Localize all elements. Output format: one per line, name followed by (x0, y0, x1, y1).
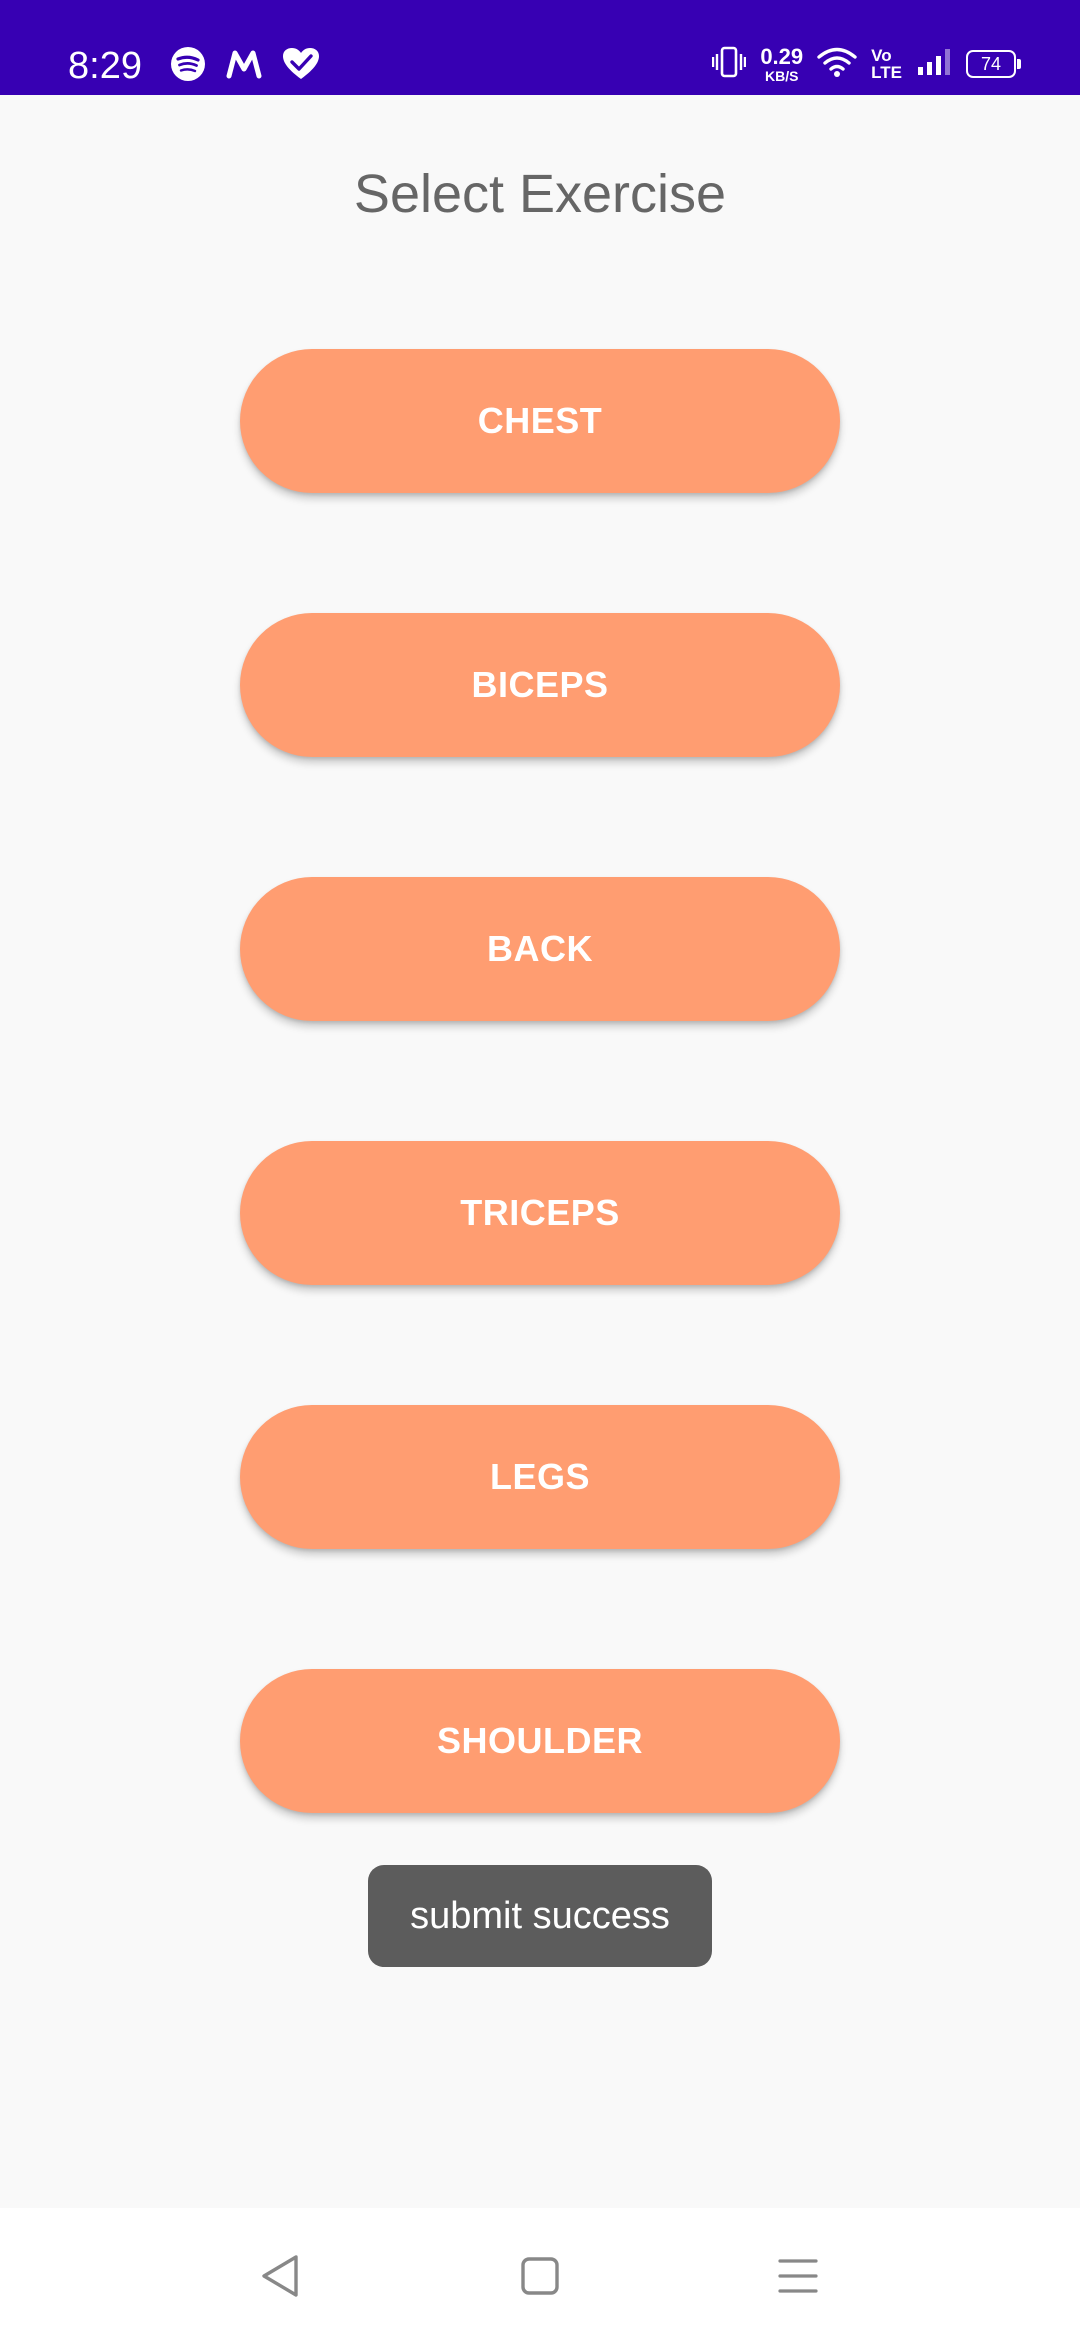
status-right-icons: 0.29 KB/S Vo LTE 74 (712, 42, 1021, 86)
chest-button[interactable]: CHEST (240, 349, 840, 493)
menu-lines-icon (777, 2256, 819, 2301)
biceps-button[interactable]: BICEPS (240, 613, 840, 757)
navigation-bar (0, 2208, 1080, 2340)
nav-back-button[interactable] (250, 2248, 310, 2308)
vibrate-icon (712, 46, 747, 83)
shoulder-button[interactable]: SHOULDER (240, 1669, 840, 1813)
status-time: 8:29 (68, 45, 142, 87)
signal-icon (916, 47, 952, 82)
wifi-icon (817, 46, 857, 83)
volte-indicator: Vo LTE (871, 47, 902, 81)
network-speed-value: 0.29 (760, 43, 804, 69)
exercise-list: CHEST BICEPS BACK TRICEPS LEGS SHOULDER (240, 349, 840, 1933)
page-title: Select Exercise (353, 164, 727, 224)
battery-icon: 74 (966, 50, 1021, 78)
status-bar: 8:29 0.29 KB/S Vo LTE 74 (0, 0, 1080, 95)
nav-menu-button[interactable] (768, 2248, 828, 2308)
back-button[interactable]: BACK (240, 877, 840, 1021)
triceps-button[interactable]: TRICEPS (240, 1141, 840, 1285)
volte-bottom: LTE (871, 63, 902, 82)
network-speed-unit: KB/S (765, 67, 799, 84)
toast-message: submit success (368, 1865, 712, 1967)
status-app-icons (170, 46, 320, 86)
nav-home-button[interactable] (510, 2248, 570, 2308)
legs-button[interactable]: LEGS (240, 1405, 840, 1549)
volte-top: Vo (871, 46, 892, 65)
back-triangle-icon (258, 2253, 302, 2304)
network-speed: 0.29 KB/S (760, 43, 804, 84)
home-square-icon (520, 2256, 560, 2301)
health-heart-icon (282, 47, 320, 86)
spotify-icon (170, 46, 206, 87)
myntra-icon (226, 49, 262, 84)
